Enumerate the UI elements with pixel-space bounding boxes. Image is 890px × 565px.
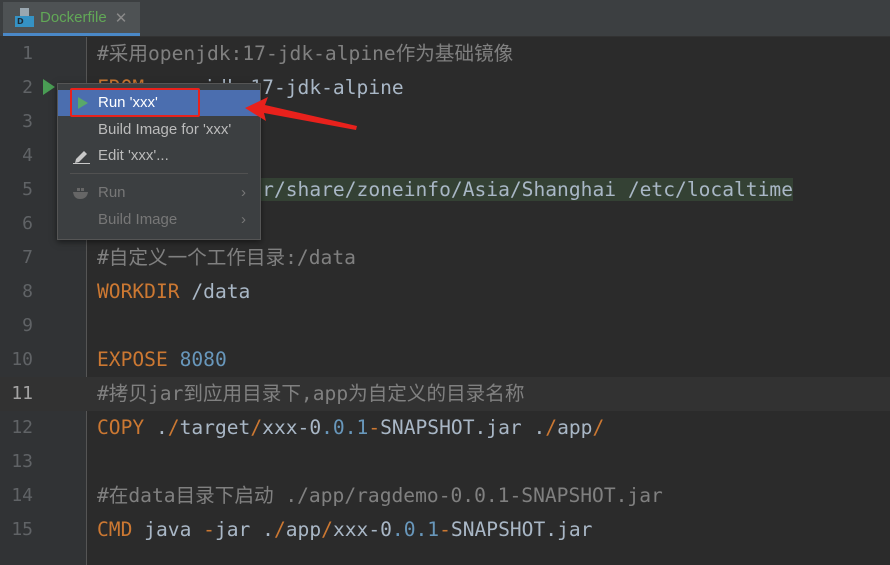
annotation-arrow <box>245 97 357 130</box>
